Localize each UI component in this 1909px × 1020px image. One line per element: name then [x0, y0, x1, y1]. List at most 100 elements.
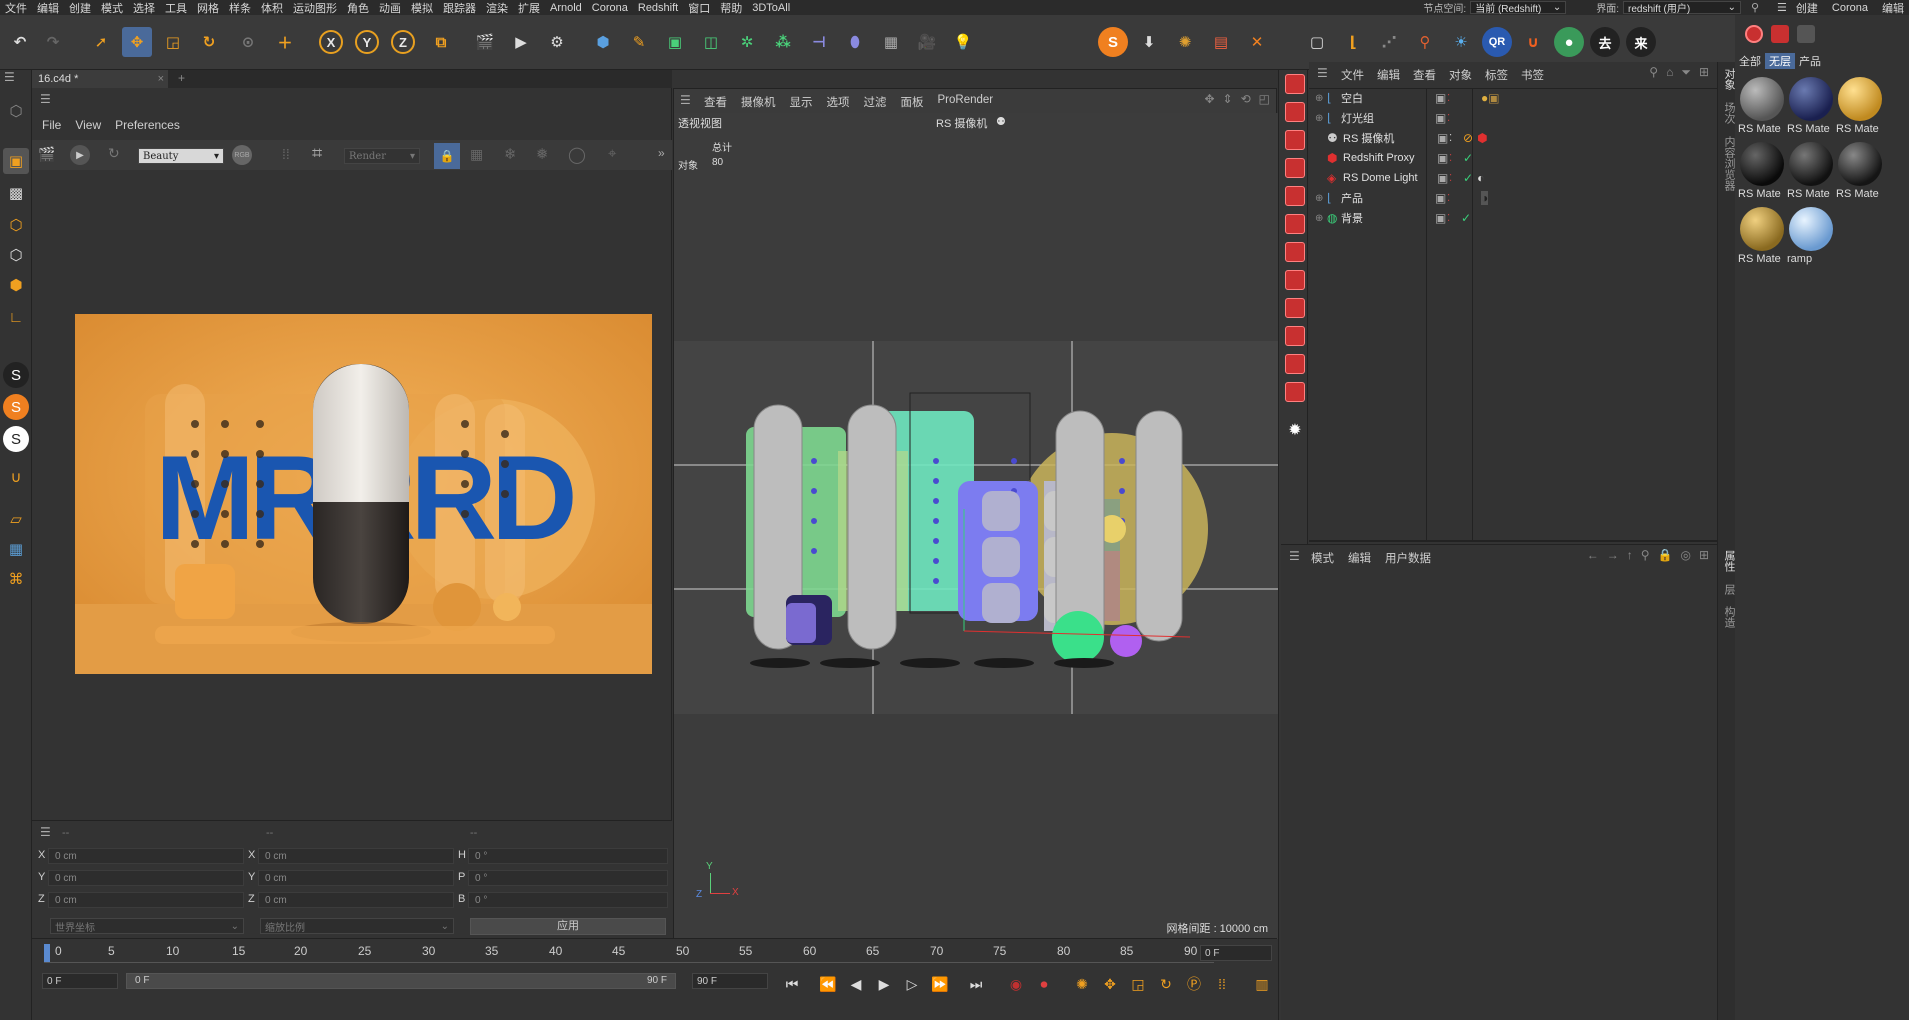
viewport-canvas[interactable]: 透视视图 RS 摄像机 ⚉ 总计 对象 80 Y X Z 网格间距: 1000… [674, 113, 1278, 939]
refresh-icon[interactable]: ↻ [108, 145, 120, 162]
render-dots-icon[interactable]: ⁚ [1447, 213, 1461, 224]
vp-menu-cameras[interactable]: 摄像机 [741, 94, 776, 110]
vp-menu-view[interactable]: 查看 [704, 94, 727, 110]
pan-icon[interactable]: ✥ [1204, 92, 1214, 106]
plugin-s-icon[interactable]: S [1098, 27, 1128, 57]
render-dots-icon[interactable]: ⁚ [1447, 93, 1481, 104]
maximize-icon[interactable]: ◰ [1259, 92, 1270, 106]
current-frame-field[interactable]: 0 F [1200, 945, 1272, 961]
aov-dropdown[interactable]: Beauty ▾ [138, 148, 224, 164]
key-scale-icon[interactable]: ◲ [1126, 972, 1150, 996]
next-frame-icon[interactable]: ▷ [900, 972, 924, 996]
model-mode-icon[interactable]: ▣ [3, 148, 29, 174]
camera-icon[interactable]: 🎥 [912, 27, 942, 57]
extrude-icon[interactable]: ◫ [696, 27, 726, 57]
home-icon[interactable]: ⌂ [1666, 65, 1673, 80]
menu-item-tracker[interactable]: 跟踪器 [438, 0, 481, 16]
snowflake-icon[interactable]: ❄ [504, 145, 517, 163]
visibility-check-icon[interactable]: ▣ [1435, 111, 1447, 125]
om-menu-tags[interactable]: 标签 [1485, 67, 1508, 83]
vp-menu-filter[interactable]: 过滤 [864, 94, 887, 110]
forward-arrow-icon[interactable]: → [1607, 548, 1619, 562]
prev-key-icon[interactable]: ⏪ [816, 972, 840, 996]
rotate-tool-icon[interactable]: ↻ [194, 27, 224, 57]
edges-mode-icon[interactable]: ⬡ [3, 242, 29, 268]
camera-link-icon[interactable]: ⚉ [996, 115, 1006, 128]
hamburger-icon[interactable]: ☰ [40, 825, 51, 839]
menu-item-window[interactable]: 窗口 [683, 0, 715, 16]
material-tab-nolayer[interactable]: 无层 [1765, 53, 1795, 69]
focus-icon[interactable]: ⌖ [608, 145, 616, 162]
object-row[interactable]: ⊕ ◍ 背景 ▣ ⁚ ✓ [1311, 208, 1716, 228]
material-item[interactable]: ramp [1787, 205, 1835, 269]
axis-y-button[interactable]: Y [352, 27, 382, 57]
material-item[interactable]: RS Mate [1738, 75, 1786, 139]
render-settings-icon[interactable]: ⚙ [542, 27, 572, 57]
render-dots-icon[interactable]: ⁚ [1449, 173, 1463, 184]
autokey-icon[interactable]: ⏺ [1032, 972, 1056, 996]
target-tag-icon[interactable]: ⊘ [1463, 131, 1473, 145]
am-menu-mode[interactable]: 模式 [1311, 550, 1334, 566]
undo-icon[interactable]: ↶ [5, 27, 35, 57]
om-menu-object[interactable]: 对象 [1449, 67, 1472, 83]
menu-item-3dtoall[interactable]: 3DToAll [747, 2, 795, 14]
menu-item-extensions[interactable]: 扩展 [513, 0, 545, 16]
render-dots-icon[interactable]: ⁚ [1447, 193, 1481, 204]
visibility-check-icon[interactable]: ▣ [1437, 131, 1449, 145]
dolly-icon[interactable]: ⇕ [1223, 92, 1233, 106]
expand-icon[interactable]: ⊕ [1315, 113, 1327, 124]
timeline-ruler[interactable] [44, 943, 1214, 963]
rs-render-view-icon[interactable]: ▢ [1302, 27, 1332, 57]
magnet-snap-icon[interactable]: ∪ [3, 464, 29, 490]
material-item[interactable]: RS Mate [1738, 205, 1786, 269]
rs-volume-icon[interactable] [1285, 186, 1305, 206]
prev-frame-icon[interactable]: ◀ [844, 972, 868, 996]
vp-menu-display[interactable]: 显示 [790, 94, 813, 110]
rot-b-field[interactable]: 0 ° [468, 892, 668, 908]
redo-icon[interactable]: ↷ [38, 27, 68, 57]
cube-icon[interactable]: ⬢ [588, 27, 618, 57]
menu-item-character[interactable]: 角色 [342, 0, 374, 16]
menu-item-spline[interactable]: 样条 [224, 0, 256, 16]
object-row[interactable]: ⊕ ⌊ 灯光组 ▣ ⁚ [1311, 108, 1716, 128]
add-tool-icon[interactable]: ＋ [270, 27, 300, 57]
search-icon[interactable]: ⚲ [1649, 65, 1658, 80]
am-menu-edit[interactable]: 编辑 [1348, 550, 1371, 566]
vp-menu-prorender[interactable]: ProRender [938, 94, 994, 110]
grid-icon[interactable]: ▦ [3, 536, 29, 562]
back-arrow-icon[interactable]: ← [1587, 548, 1599, 562]
polygons-mode-icon[interactable]: ⬢ [3, 272, 29, 298]
menu-item-mesh[interactable]: 网格 [192, 0, 224, 16]
mograph-icon[interactable]: ⁂ [768, 27, 798, 57]
hamburger-icon[interactable]: ☰ [680, 93, 691, 107]
select-tool-icon[interactable]: ➚ [86, 27, 116, 57]
coord-scale-dropdown[interactable]: 缩放比例 ⌄ [260, 918, 454, 934]
om-menu-bookmarks[interactable]: 书签 [1521, 67, 1544, 83]
floor-icon[interactable]: ▦ [876, 27, 906, 57]
plugin-lai-icon[interactable]: 来 [1626, 27, 1656, 57]
rs-ies-icon[interactable] [1285, 298, 1305, 318]
visibility-check-icon[interactable]: ▣ [1437, 171, 1449, 185]
pv-menu-preferences[interactable]: Preferences [115, 118, 180, 132]
magnet-icon[interactable]: ∪ [1518, 27, 1548, 57]
enabled-check-icon[interactable]: ✓ [1463, 171, 1473, 185]
pos-z-field[interactable]: 0 cm [48, 892, 244, 908]
hamburger-icon[interactable]: ☰ [1289, 549, 1300, 563]
more-icon[interactable]: » [658, 146, 665, 160]
rs-material-node-icon[interactable] [1771, 25, 1789, 43]
calendar-icon[interactable]: ▤ [1206, 27, 1236, 57]
rs-material-create-icon[interactable] [1745, 25, 1763, 43]
rs-aov-icon[interactable] [1285, 326, 1305, 346]
pv-menu-view[interactable]: View [75, 118, 101, 132]
orbit-icon[interactable]: ⟲ [1241, 92, 1251, 106]
rs-settings-icon[interactable]: ✹ [1285, 420, 1305, 440]
rs-camera-tag-icon[interactable]: ⬢ [1477, 131, 1487, 145]
size-z-field[interactable]: 0 cm [258, 892, 454, 908]
rs-tag-icon[interactable] [1285, 354, 1305, 374]
rs-light-icon[interactable] [1285, 102, 1305, 122]
rot-p-field[interactable]: 0 ° [468, 870, 668, 886]
axis-x-button[interactable]: X [316, 27, 346, 57]
expand-icon[interactable]: ⊕ [1315, 213, 1327, 224]
rp-menu-edit[interactable]: 编辑 [1877, 0, 1909, 16]
rs-environment-icon[interactable] [1285, 214, 1305, 234]
